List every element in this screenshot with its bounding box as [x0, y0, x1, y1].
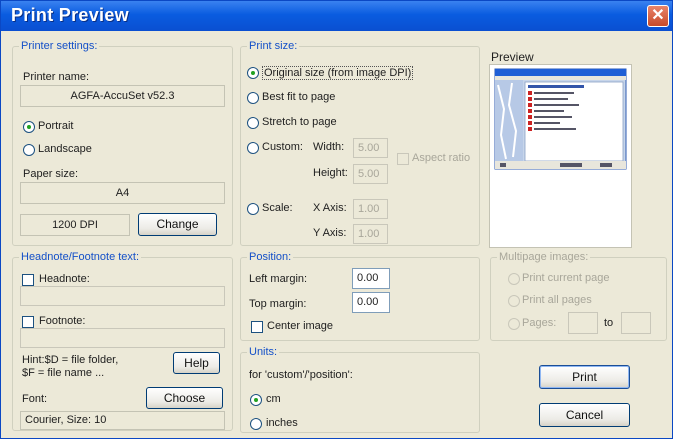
cm-label[interactable]: cm — [266, 393, 281, 405]
x-axis-input[interactable]: 1.00 — [353, 199, 388, 219]
original-size-radio[interactable] — [247, 67, 259, 79]
choose-button[interactable]: Choose — [146, 387, 223, 409]
print-button[interactable]: Print — [539, 365, 630, 389]
paper-size-label: Paper size: — [23, 168, 79, 180]
print-preview-dialog: Print Preview ✕ Printer settings: Printe… — [0, 0, 673, 439]
hint-line-1: Hint:$D = file folder, — [22, 354, 119, 366]
best-fit-label[interactable]: Best fit to page — [262, 91, 335, 103]
left-margin-label: Left margin: — [249, 273, 308, 285]
preview-thumbnail — [494, 68, 627, 170]
custom-radio[interactable] — [247, 142, 259, 154]
landscape-radio[interactable] — [23, 144, 35, 156]
y-axis-label: Y Axis: — [313, 227, 347, 239]
aspect-ratio-checkbox[interactable] — [397, 153, 409, 165]
window-title: Print Preview — [11, 5, 129, 25]
title-bar[interactable]: Print Preview ✕ — [1, 1, 672, 31]
left-margin-input[interactable]: 0.00 — [352, 268, 390, 289]
headnote-input[interactable] — [20, 286, 225, 306]
units-label: Units: — [247, 346, 280, 358]
hint-line-2: $F = file name ... — [22, 367, 105, 379]
footnote-checkbox[interactable] — [22, 316, 34, 328]
x-axis-label: X Axis: — [313, 202, 347, 214]
print-current-page-radio[interactable] — [508, 273, 520, 285]
pages-label[interactable]: Pages: — [522, 317, 556, 329]
print-all-pages-label[interactable]: Print all pages — [522, 294, 592, 306]
best-fit-radio[interactable] — [247, 92, 259, 104]
headnote-label[interactable]: Headnote: — [39, 273, 90, 285]
portrait-label[interactable]: Portrait — [38, 120, 73, 132]
custom-label[interactable]: Custom: — [262, 141, 303, 153]
scale-label[interactable]: Scale: — [262, 202, 293, 214]
font-value: Courier, Size: 10 — [20, 411, 225, 430]
close-icon[interactable]: ✕ — [647, 5, 669, 27]
top-margin-label: Top margin: — [249, 298, 307, 310]
paper-size-value: A4 — [20, 182, 225, 204]
preview-label: Preview — [491, 50, 534, 64]
footnote-input[interactable] — [20, 328, 225, 348]
top-margin-input[interactable]: 0.00 — [352, 292, 390, 313]
inches-label[interactable]: inches — [266, 417, 298, 429]
headnote-footnote-label: Headnote/Footnote text: — [19, 251, 142, 263]
multipage-label: Multipage images: — [497, 251, 591, 263]
help-button[interactable]: Help — [173, 352, 220, 374]
width-label: Width: — [313, 141, 345, 153]
original-size-label[interactable]: Original size (from image DPI) — [262, 66, 414, 80]
y-axis-input[interactable]: 1.00 — [353, 224, 388, 244]
pages-to-label: to — [604, 317, 614, 329]
cancel-button[interactable]: Cancel — [539, 403, 630, 427]
inches-radio[interactable] — [250, 418, 262, 430]
height-label: Height: — [313, 167, 348, 179]
center-image-label[interactable]: Center image — [267, 320, 333, 332]
printer-settings-label: Printer settings: — [19, 40, 100, 52]
print-all-pages-radio[interactable] — [508, 295, 520, 307]
footnote-label[interactable]: Footnote: — [39, 315, 85, 327]
printer-name-label: Printer name: — [23, 71, 90, 83]
stretch-label[interactable]: Stretch to page — [262, 116, 337, 128]
portrait-radio[interactable] — [23, 121, 35, 133]
pages-radio[interactable] — [508, 318, 520, 330]
center-image-checkbox[interactable] — [251, 321, 263, 333]
font-label: Font: — [22, 393, 48, 405]
height-input[interactable]: 5.00 — [353, 164, 388, 184]
preview-panel — [489, 64, 632, 248]
cm-radio[interactable] — [250, 394, 262, 406]
units-note: for 'custom'/'position': — [249, 369, 353, 381]
printer-name-value: AGFA-AccuSet v52.3 — [20, 85, 225, 107]
aspect-ratio-label[interactable]: Aspect ratio — [412, 152, 470, 164]
print-current-page-label[interactable]: Print current page — [522, 272, 609, 284]
pages-to-input[interactable] — [621, 312, 651, 334]
dpi-value: 1200 DPI — [20, 214, 130, 236]
scale-radio[interactable] — [247, 203, 259, 215]
print-size-label: Print size: — [247, 40, 300, 52]
change-button[interactable]: Change — [138, 213, 217, 236]
stretch-radio[interactable] — [247, 117, 259, 129]
headnote-checkbox[interactable] — [22, 274, 34, 286]
landscape-label[interactable]: Landscape — [38, 143, 92, 155]
position-label: Position: — [247, 251, 294, 263]
width-input[interactable]: 5.00 — [353, 138, 388, 158]
pages-from-input[interactable] — [568, 312, 598, 334]
